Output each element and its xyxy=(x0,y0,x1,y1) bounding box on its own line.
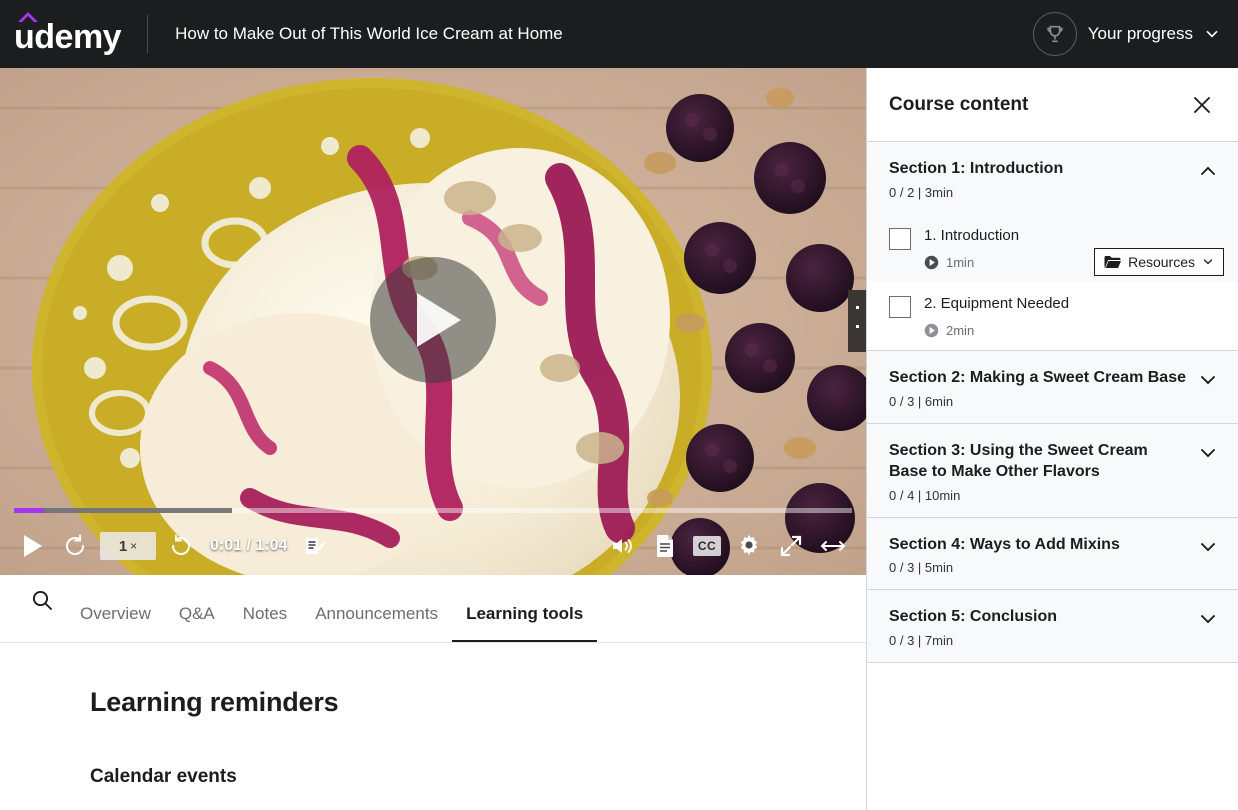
tab-overview[interactable]: Overview xyxy=(66,575,165,642)
chevron-down-icon xyxy=(1206,30,1218,38)
tab-announcements[interactable]: Announcements xyxy=(301,575,452,642)
tab-notes[interactable]: Notes xyxy=(229,575,301,642)
play-overlay-button[interactable] xyxy=(370,257,496,383)
add-note-icon[interactable] xyxy=(293,525,335,567)
resources-label: Resources xyxy=(1128,253,1195,270)
transcript-icon[interactable] xyxy=(644,525,686,567)
your-progress-label: Your progress xyxy=(1087,24,1193,43)
section-5: Section 5: Conclusion 0 / 3 | 7min xyxy=(867,590,1238,664)
tab-learning-tools[interactable]: Learning tools xyxy=(452,575,598,642)
section-1-lectures: 1. Introduction 1min Resources 2. Equipm… xyxy=(867,213,1238,351)
playback-speed-value: 1 xyxy=(118,537,128,555)
section-3-header[interactable]: Section 3: Using the Sweet Cream Base to… xyxy=(867,424,1238,517)
search-icon[interactable] xyxy=(18,575,66,642)
buffered-bar xyxy=(14,508,232,513)
lecture-duration: 2min xyxy=(946,323,975,339)
course-content-sidebar: Course content Section 1: Introduction 0… xyxy=(866,68,1238,810)
udemy-logo[interactable]: udemy xyxy=(0,12,122,56)
section-2-header[interactable]: Section 2: Making a Sweet Cream Base 0 /… xyxy=(867,351,1238,423)
section-meta: 0 / 4 | 10min xyxy=(889,487,961,503)
rewind-10-icon[interactable] xyxy=(54,525,96,567)
lecture-checkbox[interactable] xyxy=(889,227,911,250)
sidebar-title: Course content xyxy=(889,93,1029,115)
play-icon xyxy=(417,293,461,347)
resources-dropdown-button[interactable]: Resources xyxy=(1094,247,1224,276)
content-tabs: Overview Q&A Notes Announcements Learnin… xyxy=(0,575,866,643)
playback-speed-button[interactable]: 1 × xyxy=(100,532,156,560)
page-title: Learning reminders xyxy=(90,687,339,717)
gear-icon[interactable] xyxy=(728,525,770,567)
section-title: Section 5: Conclusion xyxy=(889,608,1058,626)
chevron-down-icon xyxy=(1201,376,1215,385)
volume-icon[interactable] xyxy=(602,525,644,567)
chevron-down-icon xyxy=(1201,448,1215,458)
header-divider xyxy=(147,15,149,53)
section-4-header[interactable]: Section 4: Ways to Add Mixins 0 / 3 | 5m… xyxy=(867,518,1238,590)
section-meta: 0 / 2 | 3min xyxy=(889,184,954,200)
section-title: Section 3: Using the Sweet Cream Base to… xyxy=(889,441,1148,481)
chevron-down-icon xyxy=(1201,542,1215,552)
lecture-title: 1. Introduction xyxy=(924,226,1020,244)
playback-speed-suffix: × xyxy=(130,539,138,553)
close-icon[interactable] xyxy=(1188,91,1216,119)
udemy-logo-chevron-icon xyxy=(18,12,38,22)
lecture-checkbox[interactable] xyxy=(889,295,911,318)
play-circle-icon xyxy=(924,255,939,270)
section-title: Section 4: Ways to Add Mixins xyxy=(889,535,1120,553)
sidebar-header: Course content xyxy=(867,68,1238,142)
tab-qa[interactable]: Q&A xyxy=(165,575,229,642)
play-circle-icon xyxy=(924,323,939,338)
learning-tools-pane: Learning reminders Calendar events xyxy=(0,643,866,810)
your-progress-button[interactable]: Your progress xyxy=(1032,12,1220,56)
time-display: 0:01 / 1:04 xyxy=(210,537,288,554)
chevron-up-icon xyxy=(1201,166,1215,175)
lecture-item-1[interactable]: 1. Introduction 1min Resources xyxy=(867,213,1238,282)
section-3: Section 3: Using the Sweet Cream Base to… xyxy=(867,423,1238,518)
section-2: Section 2: Making a Sweet Cream Base 0 /… xyxy=(867,351,1238,424)
expand-width-icon[interactable] xyxy=(812,525,854,567)
played-bar xyxy=(14,508,45,513)
progress-scrubber[interactable] xyxy=(14,508,852,513)
lecture-duration: 1min xyxy=(946,254,975,270)
chevron-down-icon xyxy=(1201,615,1215,624)
section-title: Section 1: Introduction xyxy=(889,160,1064,177)
captions-button[interactable]: CC xyxy=(686,525,728,567)
video-player[interactable]: 1 × 0:01 / 1:04 CC xyxy=(0,68,866,575)
play-button[interactable] xyxy=(12,525,54,567)
chevron-down-icon xyxy=(1203,258,1213,265)
udemy-logo-text: udemy xyxy=(14,18,122,56)
lecture-title: 2. Equipment Needed xyxy=(924,294,1070,312)
calendar-events-heading: Calendar events xyxy=(90,766,237,787)
video-control-bar: 1 × 0:01 / 1:04 CC xyxy=(0,503,866,575)
section-meta: 0 / 3 | 7min xyxy=(889,633,954,649)
video-side-panel[interactable] xyxy=(848,290,866,352)
trophy-icon xyxy=(1032,12,1077,56)
section-meta: 0 / 3 | 5min xyxy=(889,560,954,576)
lecture-item-2[interactable]: 2. Equipment Needed 2min xyxy=(867,281,1238,351)
section-5-header[interactable]: Section 5: Conclusion 0 / 3 | 7min xyxy=(867,590,1238,662)
body-split: 1 × 0:01 / 1:04 CC Overview Q&A Notes An… xyxy=(0,68,1238,810)
section-title: Section 2: Making a Sweet Cream Base xyxy=(889,369,1186,387)
forward-10-icon[interactable] xyxy=(160,525,202,567)
top-header-bar: udemy How to Make Out of This World Ice … xyxy=(0,0,1238,68)
udemy-course-player: udemy How to Make Out of This World Ice … xyxy=(0,0,1238,810)
section-meta: 0 / 3 | 6min xyxy=(889,393,954,409)
fullscreen-icon[interactable] xyxy=(770,525,812,567)
section-1-header[interactable]: Section 1: Introduction 0 / 2 | 3min xyxy=(867,142,1238,214)
folder-icon xyxy=(1104,255,1122,268)
course-title: How to Make Out of This World Ice Cream … xyxy=(175,24,563,43)
section-4: Section 4: Ways to Add Mixins 0 / 3 | 5m… xyxy=(867,517,1238,591)
section-1: Section 1: Introduction 0 / 2 | 3min 1. … xyxy=(867,142,1238,352)
captions-label: CC xyxy=(692,536,722,556)
left-column: 1 × 0:01 / 1:04 CC Overview Q&A Notes An… xyxy=(0,68,866,810)
